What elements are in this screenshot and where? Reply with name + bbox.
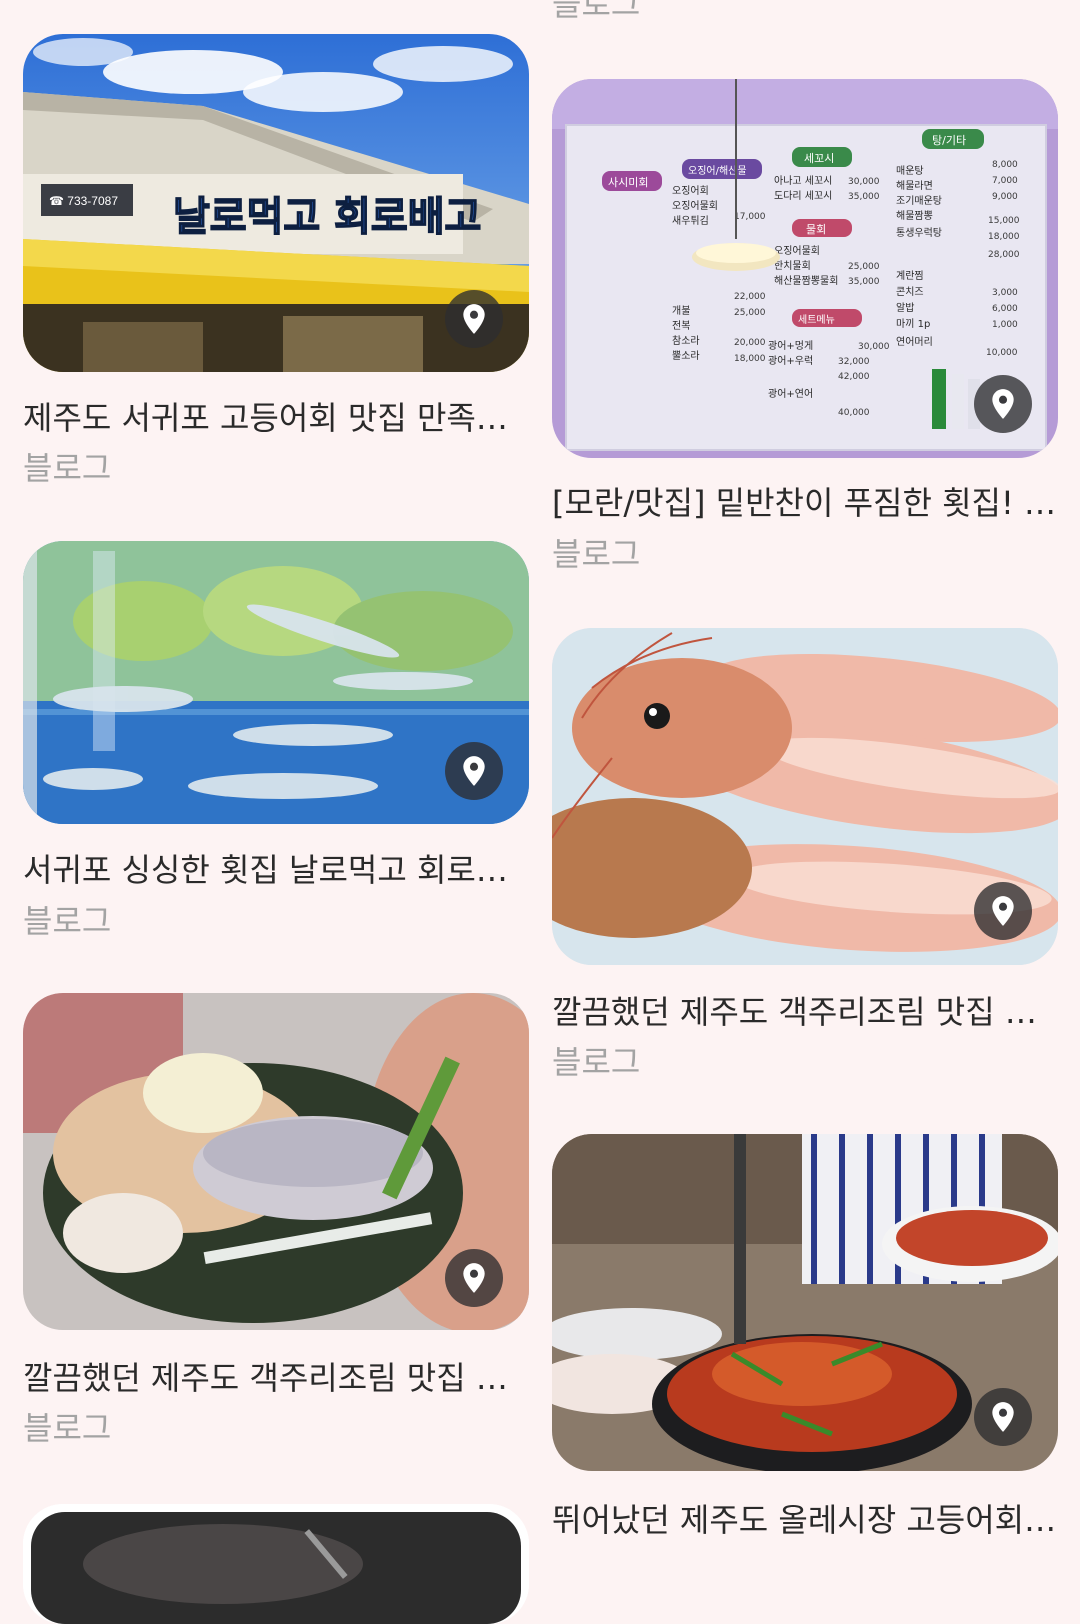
svg-text:알밥: 알밥 [896, 302, 914, 314]
blog-card-title[interactable]: 뛰어났던 제주도 올레시장 고등어회 맛집 [552, 1500, 1058, 1540]
svg-text:뿔소라: 뿔소라 [672, 350, 700, 362]
svg-text:매운탕: 매운탕 [896, 165, 924, 177]
svg-text:전복: 전복 [672, 320, 690, 332]
svg-text:물회: 물회 [806, 223, 826, 236]
svg-text:22,000: 22,000 [734, 292, 766, 302]
blog-card-title[interactable]: 제주도 서귀포 고등어회 맛집 만족스러웠던 날로먹고 회로배고 [23, 398, 529, 438]
svg-text:해산물짬뽕물회: 해산물짬뽕물회 [774, 274, 838, 287]
svg-text:25,000: 25,000 [734, 308, 766, 318]
svg-text:6,000: 6,000 [992, 304, 1018, 314]
svg-text:30,000: 30,000 [858, 342, 890, 352]
blog-source-label: 블로그 [552, 535, 641, 573]
svg-text:28,000: 28,000 [988, 250, 1020, 260]
blog-source-label: 블로그 [552, 1043, 641, 1081]
map-pin-icon [463, 304, 485, 334]
map-pin-icon [992, 896, 1014, 926]
svg-text:조기매운탕: 조기매운탕 [896, 195, 942, 207]
svg-text:마끼 1p: 마끼 1p [896, 318, 930, 330]
svg-text:세꼬시: 세꼬시 [804, 152, 834, 165]
restaurant-exterior-photo[interactable]: ☎ 733-7087 날로먹고 회로배고 [23, 34, 529, 372]
map-pin-icon [463, 1263, 485, 1293]
svg-text:8,000: 8,000 [992, 160, 1018, 170]
map-pin-button[interactable] [445, 290, 503, 348]
svg-text:새우튀김: 새우튀김 [672, 215, 709, 227]
svg-text:10,000: 10,000 [986, 348, 1018, 358]
svg-text:1,000: 1,000 [992, 320, 1018, 330]
svg-text:3,000: 3,000 [992, 288, 1018, 298]
map-pin-button[interactable] [974, 882, 1032, 940]
blog-card[interactable]: ☎ 733-7087 날로먹고 회로배고 제주도 서귀포 고등어회 맛집 만족스… [23, 34, 529, 487]
shrimp-photo[interactable] [552, 628, 1058, 965]
svg-text:25,000: 25,000 [848, 262, 880, 272]
svg-text:17,000: 17,000 [734, 212, 766, 222]
blog-card-title[interactable]: 깔끔했던 제주도 객주리조림 맛집 날로먹고 회로배고 [23, 1358, 529, 1398]
blog-results-feed: { "feed": { "colors": { "background": "#… [0, 0, 1080, 1624]
svg-text:40,000: 40,000 [838, 408, 870, 418]
svg-text:광어+우럭: 광어+우럭 [768, 355, 813, 367]
svg-text:통생우럭탕: 통생우럭탕 [896, 227, 942, 239]
map-pin-button[interactable] [445, 1249, 503, 1307]
menu-board-photo[interactable]: 사시미회 오징어/해산물 세꼬시 탕/기타 물회 세트메뉴 오징어회 오징어물회… [552, 79, 1058, 458]
svg-text:해물짬뽕: 해물짬뽕 [896, 209, 933, 222]
blog-card[interactable]: 깔끔했던 제주도 객주리조림 맛집 날로먹고 회로배고 블로그 [552, 628, 1058, 1081]
svg-text:30,000: 30,000 [848, 177, 880, 187]
blog-card[interactable] [23, 1504, 529, 1624]
svg-text:20,000: 20,000 [734, 338, 766, 348]
sashimi-wrap-photo[interactable] [23, 993, 529, 1330]
svg-text:9,000: 9,000 [992, 192, 1018, 202]
blog-source-label: 블로그 [23, 449, 112, 487]
map-pin-icon [992, 1402, 1014, 1432]
map-pin-button[interactable] [974, 1388, 1032, 1446]
svg-text:18,000: 18,000 [734, 354, 766, 364]
svg-text:해물라면: 해물라면 [896, 179, 933, 192]
blog-source-label: 블로그 [23, 1409, 112, 1447]
map-pin-button[interactable] [974, 375, 1032, 433]
svg-text:도다리 세꼬시: 도다리 세꼬시 [774, 190, 832, 202]
signboard-phone: ☎ 733-7087 [49, 194, 118, 208]
svg-text:사시미회: 사시미회 [608, 176, 648, 189]
braised-fish-photo[interactable] [552, 1134, 1058, 1471]
blog-card-title[interactable]: 서귀포 싱싱한 횟집 날로먹고 회로배고 [23, 850, 529, 890]
svg-text:콘치즈: 콘치즈 [896, 286, 924, 298]
svg-text:참소라: 참소라 [672, 335, 700, 347]
svg-text:32,000: 32,000 [838, 357, 870, 367]
svg-text:세트메뉴: 세트메뉴 [798, 314, 835, 326]
svg-text:아나고 세꼬시: 아나고 세꼬시 [774, 175, 832, 187]
svg-text:35,000: 35,000 [848, 277, 880, 287]
food-photo[interactable] [23, 1504, 529, 1624]
svg-text:오징어물회: 오징어물회 [672, 200, 718, 212]
map-pin-icon [992, 389, 1014, 419]
svg-text:7,000: 7,000 [992, 176, 1018, 186]
svg-text:오징어/해산물: 오징어/해산물 [688, 164, 747, 177]
blog-card-title[interactable]: 깔끔했던 제주도 객주리조림 맛집 날로먹고 회로배고 [552, 992, 1058, 1032]
svg-text:42,000: 42,000 [838, 372, 870, 382]
blog-card[interactable]: 깔끔했던 제주도 객주리조림 맛집 날로먹고 회로배고 블로그 [23, 993, 529, 1447]
svg-text:35,000: 35,000 [848, 192, 880, 202]
svg-text:계란찜: 계란찜 [896, 270, 924, 282]
blog-card[interactable]: 뛰어났던 제주도 올레시장 고등어회 맛집 [552, 1134, 1058, 1539]
svg-text:광어+연어: 광어+연어 [768, 388, 813, 400]
signboard-name: 날로먹고 회로배고 [173, 194, 481, 240]
blog-source-label: 블로그 [23, 902, 112, 940]
blog-source-label: 블로그 [552, 0, 641, 23]
squid-aquarium-photo[interactable] [23, 541, 529, 824]
svg-text:탕/기타: 탕/기타 [932, 134, 966, 147]
blog-card[interactable]: 사시미회 오징어/해산물 세꼬시 탕/기타 물회 세트메뉴 오징어회 오징어물회… [552, 79, 1058, 573]
svg-text:개불: 개불 [672, 305, 690, 317]
svg-text:연어머리: 연어머리 [896, 336, 933, 348]
svg-text:광어+멍게: 광어+멍게 [768, 340, 813, 352]
svg-text:15,000: 15,000 [988, 216, 1020, 226]
svg-text:18,000: 18,000 [988, 232, 1020, 242]
map-pin-button[interactable] [445, 742, 503, 800]
svg-text:오징어물회: 오징어물회 [774, 245, 820, 257]
blog-card[interactable]: 서귀포 싱싱한 횟집 날로먹고 회로배고 블로그 [23, 541, 529, 940]
blog-card-title[interactable]: [모란/맛집] 밑반찬이 푸짐한 횟집! 날로먹고 회로배고 [552, 483, 1058, 523]
svg-text:한치물회: 한치물회 [774, 260, 811, 272]
map-pin-icon [463, 756, 485, 786]
svg-text:오징어회: 오징어회 [672, 185, 709, 197]
